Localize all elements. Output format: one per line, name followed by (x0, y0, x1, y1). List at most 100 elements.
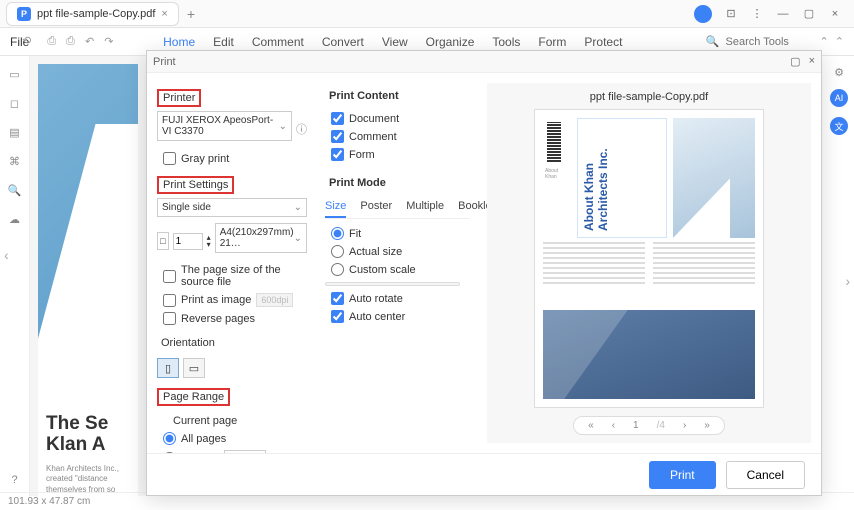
menu-home[interactable]: Home (163, 35, 195, 49)
pager-next[interactable]: › (677, 420, 692, 431)
feedback-icon[interactable]: ⊡ (724, 7, 738, 21)
preview-title-box: About Khan Architects Inc. (577, 118, 667, 238)
printer-section-label: Printer (157, 89, 201, 107)
copies-icon: □ (157, 232, 169, 250)
pager-total: /4 (651, 420, 671, 431)
print-mode-label: Print Mode (325, 176, 390, 190)
landscape-button[interactable]: ▭ (183, 358, 205, 378)
paper-select[interactable]: A4(210x297mm) 21… (215, 223, 307, 253)
tab-poster[interactable]: Poster (360, 200, 392, 218)
menu-view[interactable]: View (382, 35, 408, 49)
fit-radio[interactable]: Fit (331, 227, 469, 240)
preview-image-1 (673, 118, 755, 238)
add-tab-button[interactable]: + (187, 6, 195, 22)
tab-size[interactable]: Size (325, 200, 346, 218)
settings-icon[interactable]: ⚙ (834, 66, 844, 79)
document-tab[interactable]: P ppt file-sample-Copy.pdf × (6, 2, 179, 26)
print-icon[interactable]: ⎙ (66, 35, 75, 48)
cloud-icon[interactable]: ☁ (9, 213, 20, 226)
expand-icon[interactable]: ⌃ (820, 35, 829, 48)
pager-first[interactable]: « (582, 420, 600, 431)
titlebar: P ppt file-sample-Copy.pdf × + ⊡ ⋮ — ▢ × (0, 0, 854, 28)
actual-size-radio[interactable]: Actual size (331, 245, 469, 258)
tab-title: ppt file-sample-Copy.pdf (37, 8, 155, 20)
doc-heading-1: The Se (46, 414, 130, 435)
more-icon[interactable]: ⋮ (750, 7, 764, 21)
pager-current: 1 (627, 420, 645, 431)
document-view: ⟲ The Se Klan A Khan Architects Inc., cr… (30, 56, 146, 496)
print-content-label: Print Content (325, 89, 403, 103)
printer-info-icon[interactable]: ⓘ (296, 121, 307, 137)
ai-icon[interactable]: AI (830, 89, 848, 107)
duplex-select[interactable]: Single side (157, 198, 307, 217)
preview-filename: ppt file-sample-Copy.pdf (590, 91, 708, 103)
pager-last[interactable]: » (698, 420, 716, 431)
copies-input[interactable] (173, 233, 203, 250)
doc-heading-2: Klan A (46, 435, 130, 456)
barcode-graphic (547, 122, 561, 162)
menu-protect[interactable]: Protect (584, 35, 622, 49)
auto-center-checkbox[interactable]: Auto center (331, 310, 469, 323)
print-as-image-checkbox[interactable]: Print as image600dpi (163, 293, 307, 307)
prev-page-arrow[interactable]: ‹ (4, 247, 9, 263)
print-preview-panel: ppt file-sample-Copy.pdf AboutKhan About… (487, 83, 811, 443)
dialog-title: Print (153, 56, 176, 68)
attachment-icon[interactable]: ⌘ (9, 155, 20, 168)
search-panel-icon[interactable]: 🔍 (8, 184, 22, 197)
preview-page: AboutKhan About Khan Architects Inc. (534, 109, 764, 408)
save-icon[interactable]: ⎙ (47, 35, 56, 48)
close-tab-icon[interactable]: × (161, 8, 167, 20)
redo-icon[interactable]: ↷ (104, 35, 113, 48)
menu-tools[interactable]: Tools (492, 35, 520, 49)
next-page-arrow[interactable]: › (845, 273, 850, 289)
menu-organize[interactable]: Organize (426, 35, 475, 49)
bookmark-icon[interactable]: ◻ (10, 97, 19, 110)
refresh-icon[interactable]: ⟲ (22, 34, 31, 47)
custom-scale-radio[interactable]: Custom scale (331, 263, 469, 276)
translate-icon[interactable]: 文 (830, 117, 848, 135)
dialog-close-icon[interactable]: × (809, 55, 815, 68)
dialog-maximize-icon[interactable]: ▢ (790, 55, 800, 68)
printer-select[interactable]: FUJI XEROX ApeosPort-VI C3370 (157, 111, 292, 141)
chevron-up-icon[interactable]: ⌃ (835, 35, 844, 48)
page-dimensions: 101.93 x 47.87 cm (8, 496, 90, 507)
portrait-button[interactable]: ▯ (157, 358, 179, 378)
reverse-pages-checkbox[interactable]: Reverse pages (163, 312, 307, 325)
tab-multiple[interactable]: Multiple (406, 200, 444, 218)
source-page-size-checkbox[interactable]: The page size of the source file (163, 264, 307, 288)
left-toolbar: ▭ ◻ ▤ ⌘ 🔍 ☁ ? (0, 56, 30, 496)
preview-pager: « ‹ 1 /4 › » (573, 416, 725, 435)
search-tools-input[interactable] (726, 36, 806, 48)
right-toolbar: ⚙ AI 文 (824, 56, 854, 135)
maximize-button[interactable]: ▢ (802, 7, 816, 21)
menu-convert[interactable]: Convert (322, 35, 364, 49)
pager-prev[interactable]: ‹ (606, 420, 621, 431)
help-icon[interactable]: ? (11, 474, 17, 486)
comment-checkbox[interactable]: Comment (331, 130, 469, 143)
form-checkbox[interactable]: Form (331, 148, 469, 161)
menu-comment[interactable]: Comment (252, 35, 304, 49)
scale-slider[interactable] (325, 282, 460, 286)
search-icon: 🔍 (706, 35, 720, 48)
page-range-section-label: Page Range (157, 388, 230, 406)
undo-icon[interactable]: ↶ (85, 35, 94, 48)
print-dialog: Print ▢ × Printer FUJI XEROX ApeosPort-V… (146, 50, 822, 496)
all-pages-radio[interactable]: All pages (163, 432, 307, 445)
user-avatar[interactable] (694, 5, 712, 23)
gray-print-checkbox[interactable]: Gray print (163, 152, 307, 165)
auto-rotate-checkbox[interactable]: Auto rotate (331, 292, 469, 305)
current-page-radio[interactable]: Current page (173, 415, 307, 427)
minimize-button[interactable]: — (776, 7, 790, 21)
close-button[interactable]: × (828, 7, 842, 21)
cancel-button[interactable]: Cancel (726, 461, 805, 489)
layers-icon[interactable]: ▤ (9, 126, 19, 139)
document-checkbox[interactable]: Document (331, 112, 469, 125)
menu-form[interactable]: Form (538, 35, 566, 49)
menu-edit[interactable]: Edit (213, 35, 234, 49)
page-icon[interactable]: ▭ (9, 68, 19, 81)
file-menu[interactable]: File (0, 31, 39, 53)
copies-stepper[interactable]: ▴▾ (207, 234, 211, 248)
doc-paragraph: Khan Architects Inc., created "distance … (46, 464, 130, 495)
print-button[interactable]: Print (649, 461, 716, 489)
orientation-label: Orientation (157, 336, 219, 350)
